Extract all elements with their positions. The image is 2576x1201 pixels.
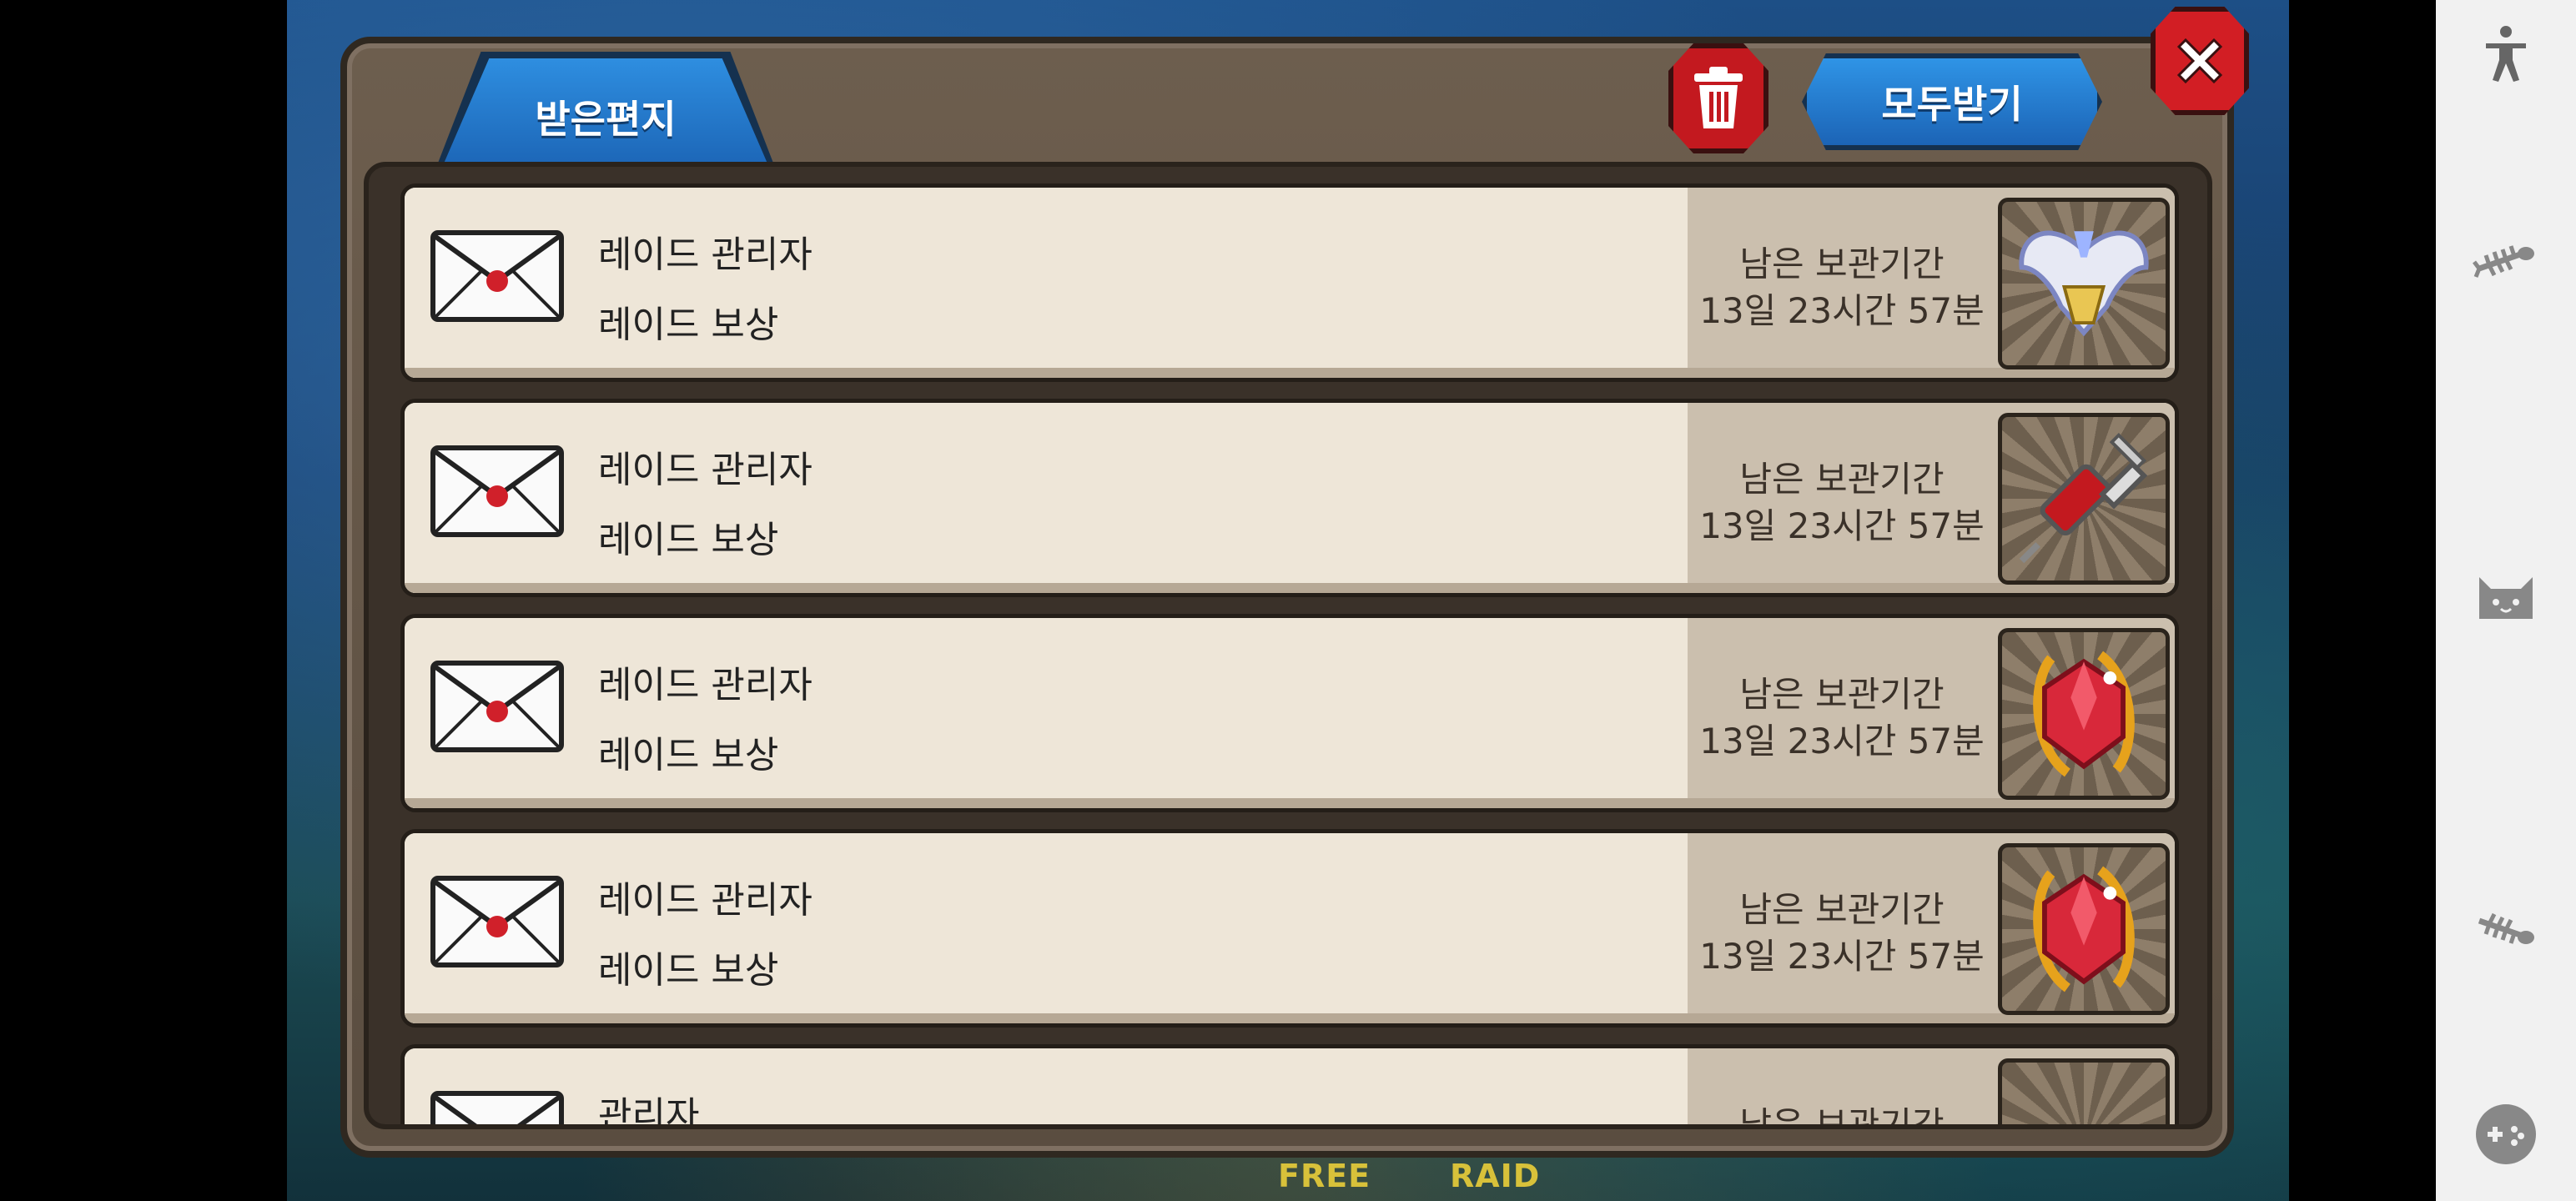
mail-subject: 레이드 보상 [598, 949, 779, 992]
item-icon[interactable] [1998, 1058, 2170, 1124]
mail-sender: 레이드 관리자 [598, 664, 813, 706]
accessibility-icon[interactable] [2473, 20, 2539, 87]
envelope-icon [430, 1091, 564, 1124]
free-label: FREE [1278, 1158, 1371, 1194]
remain-label: 남은 보관기간 [1739, 1104, 1945, 1129]
ruby-gem-icon[interactable] [1998, 628, 2170, 800]
mail-row[interactable]: 레이드 관리자 레이드 보상 남은 보관기간 13일 23시간 57분 [400, 399, 2179, 597]
emulator-sidebar [2436, 0, 2576, 1201]
mail-sender: 레이드 관리자 [598, 234, 813, 276]
fishbone-icon[interactable] [2473, 229, 2539, 295]
mail-subject: 레이드 보상 [598, 304, 779, 346]
remain-label: 남은 보관기간 [1739, 674, 1945, 715]
syringe-icon[interactable] [1998, 413, 2170, 585]
envelope-icon [430, 230, 564, 322]
mail-row[interactable]: 레이드 관리자 레이드 보상 남은 보관기간 13일 23시간 57분 [400, 829, 2179, 1028]
remain-time: 13일 23시간 57분 [1699, 505, 1985, 546]
ruby-gem-icon[interactable] [1998, 843, 2170, 1015]
receive-all-label: 모두받기 [1881, 82, 2023, 127]
envelope-icon [430, 661, 564, 752]
remain-time: 13일 23시간 57분 [1699, 290, 1985, 331]
delete-button[interactable] [1668, 43, 1768, 153]
tab-received-mail-label: 받은편지 [535, 97, 677, 142]
mail-list-panel[interactable]: 레이드 관리자 레이드 보상 남은 보관기간 13일 23시간 57분 레이드 … [364, 162, 2212, 1129]
wing-emblem-icon[interactable] [1998, 198, 2170, 369]
mail-row[interactable]: 레이드 관리자 레이드 보상 남은 보관기간 13일 23시간 57분 [400, 614, 2179, 812]
mail-subject: 레이드 보상 [598, 519, 779, 561]
envelope-icon [430, 445, 564, 537]
mail-subject: 레이드 보상 [598, 734, 779, 776]
mail-sender: 레이드 관리자 [598, 879, 813, 922]
remain-label: 남은 보관기간 [1739, 244, 1945, 284]
mail-list: 레이드 관리자 레이드 보상 남은 보관기간 13일 23시간 57분 레이드 … [400, 183, 2179, 1129]
tab-received-mail[interactable]: 받은편지 [444, 58, 767, 163]
envelope-icon [430, 876, 564, 967]
close-button[interactable] [2151, 7, 2249, 115]
mail-sender: 관리자 [598, 1094, 700, 1129]
remain-time: 13일 23시간 57분 [1699, 936, 1985, 977]
fishbone-icon[interactable] [2473, 896, 2539, 962]
gamepad-icon[interactable] [2473, 1101, 2539, 1168]
remain-label: 남은 보관기간 [1739, 889, 1945, 930]
mail-row[interactable]: 관리자 남은 보관기간 [400, 1044, 2179, 1129]
remain-label: 남은 보관기간 [1739, 459, 1945, 500]
mail-sender: 레이드 관리자 [598, 449, 813, 491]
raid-label: RAID [1450, 1158, 1541, 1194]
close-icon [2176, 38, 2223, 84]
mail-row[interactable]: 레이드 관리자 레이드 보상 남은 보관기간 13일 23시간 57분 [400, 183, 2179, 382]
cat-icon[interactable] [2473, 560, 2539, 627]
remain-time: 13일 23시간 57분 [1699, 721, 1985, 761]
receive-all-button[interactable]: 모두받기 [1802, 53, 2102, 150]
trash-icon [1694, 67, 1743, 128]
